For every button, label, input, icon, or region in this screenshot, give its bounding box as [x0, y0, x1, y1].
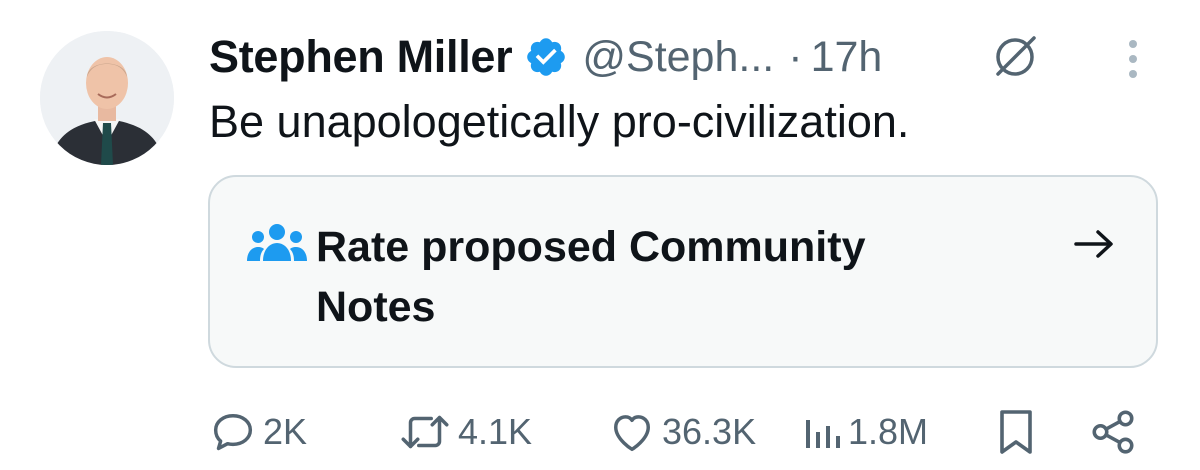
- people-icon: [247, 224, 307, 261]
- tweet-header: Stephen Miller @Steph... · 17h: [209, 24, 882, 90]
- grok-icon[interactable]: [990, 32, 1040, 82]
- timestamp[interactable]: 17h: [811, 33, 883, 82]
- like-count: 36.3K: [662, 411, 757, 452]
- repost-icon: [401, 415, 449, 449]
- views-icon: [806, 420, 840, 448]
- reply-count: 2K: [263, 411, 308, 452]
- reply-icon: [213, 414, 253, 451]
- tweet[interactable]: Stephen Miller @Steph... · 17h Be unapol…: [0, 0, 1200, 470]
- like-button[interactable]: 36.3K: [606, 400, 756, 464]
- verified-badge-icon: [527, 38, 566, 76]
- share-icon: [1092, 410, 1134, 454]
- handle[interactable]: @Steph...: [582, 33, 774, 82]
- reply-button[interactable]: 2K: [207, 400, 307, 464]
- avatar[interactable]: [40, 31, 174, 165]
- views-button[interactable]: 1.8M: [800, 400, 928, 464]
- bookmark-button[interactable]: [996, 400, 1036, 464]
- display-name[interactable]: Stephen Miller: [209, 31, 513, 83]
- community-notes-label: Rate proposed Community Notes: [316, 223, 866, 331]
- repost-count: 4.1K: [458, 411, 533, 452]
- heart-icon: [614, 415, 650, 452]
- tweet-text: Be unapologetically pro-civilization.: [209, 96, 910, 147]
- community-notes-card[interactable]: Rate proposed Community Notes: [208, 175, 1158, 368]
- share-button[interactable]: [1088, 400, 1138, 464]
- views-count: 1.8M: [848, 411, 929, 452]
- separator-dot: ·: [788, 32, 803, 81]
- arrow-right-icon: [1074, 230, 1113, 258]
- repost-button[interactable]: 4.1K: [396, 400, 532, 464]
- bookmark-icon: [1000, 410, 1032, 454]
- action-bar: 2K 4.1K 36.3K 1.8M: [0, 400, 1200, 470]
- more-vertical-icon[interactable]: [1118, 36, 1148, 82]
